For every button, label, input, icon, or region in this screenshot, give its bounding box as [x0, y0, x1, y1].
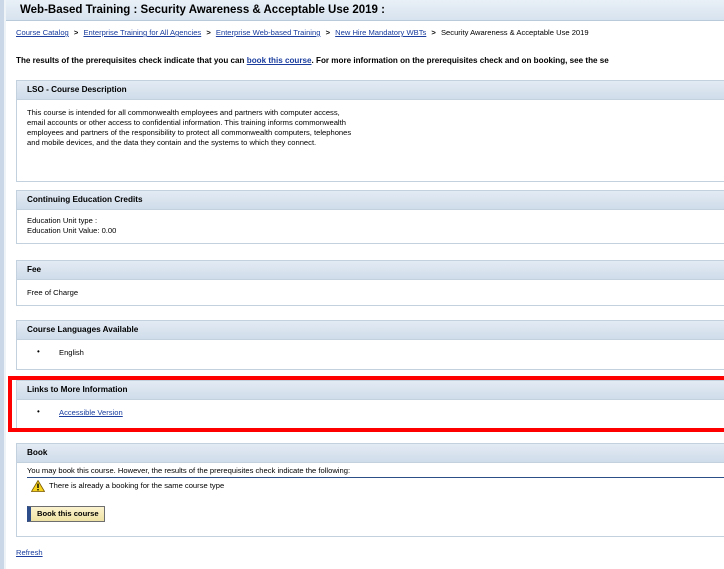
education-unit-type: Education Unit type : [27, 216, 98, 225]
book-panel: Book You may book this course. However, … [16, 443, 724, 537]
notice-text-before: The results of the prerequisites check i… [16, 56, 247, 65]
description-text: This course is intended for all commonwe… [27, 108, 352, 147]
description-header: LSO - Course Description [17, 81, 724, 100]
languages-panel: Course Languages Available • English [16, 320, 724, 370]
languages-header: Course Languages Available [17, 321, 724, 340]
breadcrumb-enterprise-training[interactable]: Enterprise Training for All Agencies [83, 28, 201, 37]
credits-panel: Continuing Education Credits Education U… [16, 190, 724, 244]
highlight-box [8, 376, 724, 432]
languages-list: • English [17, 340, 724, 366]
breadcrumb-separator: > [206, 28, 211, 37]
fee-panel: Fee Free of Charge [16, 260, 724, 306]
breadcrumb-current: Security Awareness & Acceptable Use 2019 [440, 28, 589, 37]
notice-text-after: . For more information on the prerequisi… [311, 56, 609, 65]
breadcrumb-separator: > [431, 28, 436, 37]
refresh-link[interactable]: Refresh [16, 548, 43, 557]
breadcrumb-separator: > [73, 28, 79, 37]
credits-body: Education Unit type : Education Unit Val… [17, 210, 724, 244]
left-edge-inner [4, 0, 6, 569]
book-body: You may book this course. However, the r… [17, 463, 724, 530]
list-item: • English [27, 347, 719, 358]
book-message: You may book this course. However, the r… [27, 466, 724, 478]
warning-row: There is already a booking for the same … [27, 480, 719, 492]
language-english: English [59, 348, 84, 357]
title-bar: Web-Based Training : Security Awareness … [6, 0, 724, 21]
warning-text: There is already a booking for the same … [49, 481, 225, 490]
credits-header: Continuing Education Credits [17, 191, 724, 210]
bullet-icon: • [37, 347, 40, 356]
prerequisites-notice: The results of the prerequisites check i… [16, 56, 609, 65]
breadcrumb-course-catalog[interactable]: Course Catalog [16, 28, 69, 37]
description-panel: LSO - Course Description This course is … [16, 80, 724, 182]
warning-icon [31, 480, 45, 492]
page-title: Web-Based Training : Security Awareness … [20, 4, 385, 16]
breadcrumb-enterprise-wbt[interactable]: Enterprise Web-based Training [216, 28, 321, 37]
book-header: Book [17, 444, 724, 463]
breadcrumb-separator: > [325, 28, 331, 37]
fee-value: Free of Charge [27, 288, 79, 297]
book-this-course-button[interactable]: Book this course [27, 506, 105, 522]
breadcrumb: Course Catalog > Enterprise Training for… [16, 28, 589, 37]
book-this-course-link[interactable]: book this course [247, 56, 312, 65]
education-unit-value: Education Unit Value: 0.00 [27, 226, 117, 235]
breadcrumb-new-hire-wbts[interactable]: New Hire Mandatory WBTs [335, 28, 426, 37]
fee-header: Fee [17, 261, 724, 280]
